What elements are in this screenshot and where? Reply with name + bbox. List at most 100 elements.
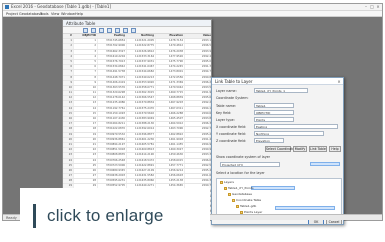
column-header[interactable]: OBJECTID xyxy=(74,34,98,39)
table-cell: 2096.3 xyxy=(185,122,211,126)
table-name-label: Table name: xyxy=(216,104,237,108)
table-cell: 27 xyxy=(74,174,98,179)
table-cell: 3701022.0870 xyxy=(98,127,127,132)
table-cell: 10 xyxy=(63,85,74,91)
sort-icon[interactable] xyxy=(107,27,112,33)
attribute-table-window[interactable]: Attribute Table # OBJECTID Easting Northing… xyxy=(62,19,212,216)
table-cell: 2095.4 xyxy=(185,169,211,173)
table-cell: 7 xyxy=(63,70,74,75)
table-cell: 9 xyxy=(74,80,98,85)
table-cell: 2090.9 xyxy=(185,148,211,152)
table-cell: 1465.4507 xyxy=(156,117,185,122)
table-cell: 3701702.9906 xyxy=(98,44,127,49)
table-cell: 1121562.3015 xyxy=(127,91,156,96)
column-header[interactable]: Northing xyxy=(127,34,156,39)
grid-view-icon[interactable] xyxy=(131,27,136,33)
click-to-enlarge-label[interactable]: click to enlarge xyxy=(47,205,164,227)
tree-item[interactable]: Table1_XY_Points xyxy=(224,186,254,190)
tree-item[interactable]: Coordinate Table xyxy=(232,198,261,202)
table-cell: 11 xyxy=(74,91,98,96)
tree-selection-highlight-2 xyxy=(275,206,335,210)
modify-button[interactable]: Modify xyxy=(293,146,307,152)
table-cell: 2093.8 xyxy=(185,117,211,121)
delete-row-icon[interactable] xyxy=(91,27,96,33)
table-cell: 11 xyxy=(63,91,74,96)
table-cell: 3701534.0842 xyxy=(98,65,127,70)
z-field-field[interactable]: Elevation xyxy=(254,138,284,143)
key-field-field[interactable]: OBJECTID xyxy=(254,110,294,115)
app-title: Excel 2016 - Geodatabase (Table 1.gdb) -… xyxy=(11,4,112,9)
table-cell: 1 xyxy=(74,39,98,44)
tree-item[interactable]: Layers xyxy=(220,180,234,184)
x-field-field[interactable]: Easting xyxy=(254,124,338,129)
tree-item[interactable]: Table1.gdb xyxy=(236,204,256,208)
table-cell: 9 xyxy=(63,80,74,85)
help-button[interactable]: Help xyxy=(329,146,341,152)
table-cell: 2091.3 xyxy=(185,65,211,69)
table-cell: 1121549.0213 xyxy=(127,75,156,80)
table-cell: 12 xyxy=(74,96,98,101)
table-cell: 1121627.2109 xyxy=(127,168,156,174)
filter-icon[interactable] xyxy=(99,27,104,33)
export-icon[interactable] xyxy=(115,27,120,33)
table-cell: 1456.9214 xyxy=(156,168,185,174)
table-cell: 2090.8 xyxy=(185,76,211,80)
table-cell: 5 xyxy=(74,59,98,65)
table-cell: 26 xyxy=(74,168,98,174)
y-field-field[interactable]: Northing xyxy=(254,131,324,136)
column-header[interactable]: Value xyxy=(185,34,211,39)
table-cell: 3 xyxy=(74,49,98,54)
folder-icon xyxy=(224,186,227,190)
table-cell: 2091.4 xyxy=(185,138,211,142)
table-cell: 8 xyxy=(74,75,98,80)
column-header[interactable]: Elevation xyxy=(156,34,185,39)
key-field-label: Key field: xyxy=(216,111,232,115)
table-cell: 3700638.2903 xyxy=(98,174,127,179)
layer-type-label: Layer type: xyxy=(216,118,235,122)
enlarge-overlay[interactable]: click to enlarge xyxy=(20,188,210,242)
table-cell: 1121631.5582 xyxy=(127,174,156,179)
close-window-button[interactable]: × xyxy=(375,4,381,10)
refresh-icon[interactable] xyxy=(123,27,128,33)
table-cell: 1121605.5781 xyxy=(127,142,156,148)
table-cell: 1121583.9049 xyxy=(127,117,156,122)
table-cell: 20 xyxy=(63,137,74,142)
table-cell: 7 xyxy=(74,70,98,75)
table-cell: 1121566.5547 xyxy=(127,96,156,101)
folder-icon xyxy=(220,180,223,184)
table-name-field[interactable]: Table1 xyxy=(254,103,294,108)
column-header[interactable]: Easting xyxy=(98,34,127,39)
table-cell: 1121575.2470 xyxy=(127,106,156,111)
table-cell: 3701491.5738 xyxy=(98,70,127,75)
table-cell: 1474.2245 xyxy=(156,65,185,70)
x-field-label: X coordinate field: xyxy=(216,125,247,129)
link-table-button[interactable]: Link Table xyxy=(309,146,327,152)
table-cell: 1459.4630 xyxy=(156,153,185,158)
layer-type-field[interactable]: Points xyxy=(254,117,294,122)
table-cell: 1463.7096 xyxy=(156,127,185,132)
table-cell: 3700766.2548 xyxy=(98,158,127,163)
table-cell: 24 xyxy=(74,158,98,163)
select-coordinates-button[interactable]: Select Coordinates xyxy=(265,146,296,152)
tree-item-label: Table1_XY_Points xyxy=(228,186,254,190)
table-cell: 1121609.8813 xyxy=(127,148,156,153)
coordinate-dropdown[interactable]: Projected (XY) xyxy=(220,162,280,167)
table-cell: 3700936.8861 xyxy=(98,137,127,142)
table-cell: 1121592.6014 xyxy=(127,127,156,132)
dialog-close-button[interactable]: × xyxy=(336,78,342,85)
column-header[interactable]: # xyxy=(63,34,74,39)
table-cell: 2092.2 xyxy=(185,101,211,105)
layer-name-field[interactable]: Table1_XY_Points_1 xyxy=(254,88,308,93)
table-cell: 23 xyxy=(74,153,98,158)
table-cell: 1121588.2130 xyxy=(127,122,156,127)
table-cell: 1457.7771 xyxy=(156,163,185,168)
tree-item[interactable]: Geodatabase xyxy=(228,192,252,196)
add-row-icon[interactable] xyxy=(83,27,88,33)
table-cell: 25 xyxy=(74,163,98,168)
table-cell: 2093.5 xyxy=(185,86,211,90)
table-cell: 2094.9 xyxy=(185,143,211,147)
table-cell: 1477.9526 xyxy=(156,54,185,59)
location-tree[interactable]: Layers Table1_XY_Points Geodatabase Coor… xyxy=(216,178,342,218)
table-cell: 16 xyxy=(74,117,98,122)
table-cell: 3701363.5576 xyxy=(98,85,127,91)
